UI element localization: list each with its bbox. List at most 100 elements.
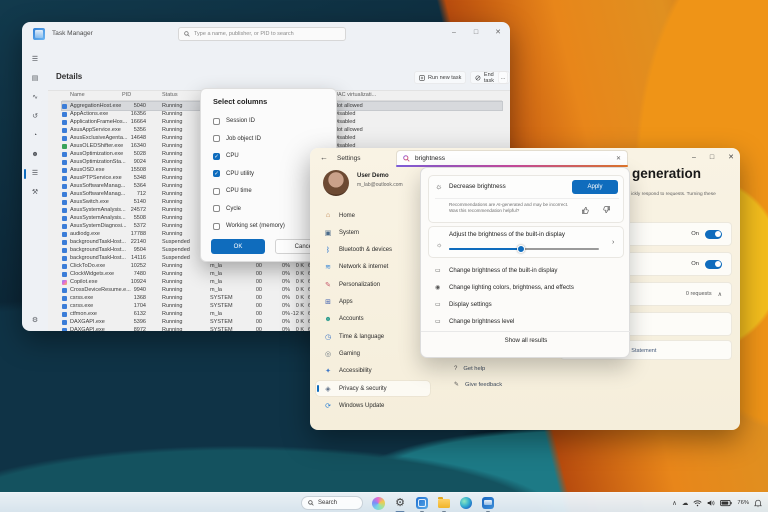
result-label: Change brightness of the built-in displa…	[449, 267, 557, 274]
sidebar-item-gaming[interactable]: ◎Gaming	[316, 346, 430, 361]
wifi-icon[interactable]	[693, 499, 702, 507]
task-manager-search-input[interactable]: Type a name, publisher, or PID to search	[178, 27, 346, 41]
get-help-link[interactable]: ? Get help	[454, 366, 485, 372]
sidebar-item-accounts[interactable]: ☻Accounts	[316, 312, 430, 327]
minimize-button[interactable]: –	[446, 26, 462, 40]
show-all-results-button[interactable]: Show all results	[421, 337, 631, 344]
app-window-icon[interactable]	[481, 496, 495, 510]
settings-search-input[interactable]: brightness ✕	[396, 150, 628, 165]
accessibility-icon: ✦	[324, 367, 332, 375]
sidebar-item-home[interactable]: ⌂Home	[316, 208, 430, 223]
process-icon	[62, 304, 67, 309]
column-option-job-object-id[interactable]: Job object ID	[213, 133, 328, 145]
ai-disclaimer-text: Recommendations are AI-generated and may…	[449, 202, 569, 213]
task-manager-title: Task Manager	[52, 30, 93, 37]
column-header[interactable]: PID	[122, 91, 131, 100]
apply-button[interactable]: Apply	[572, 180, 618, 194]
column-header[interactable]: Name	[70, 91, 85, 100]
notification-bell-icon[interactable]	[754, 499, 762, 508]
taskbar-search-box[interactable]: Search	[301, 496, 363, 510]
app-history-icon[interactable]: ↺	[22, 109, 48, 125]
toggle-switch[interactable]	[705, 260, 722, 269]
run-new-task-button[interactable]: Run new task	[414, 71, 466, 84]
toggle-switch[interactable]	[705, 230, 722, 239]
search-result-item[interactable]: ▭Display settings	[421, 296, 631, 313]
copilot-icon[interactable]	[371, 496, 385, 510]
tray-chevron-icon[interactable]: ∧	[672, 499, 677, 507]
checkbox[interactable]	[213, 135, 220, 142]
close-button[interactable]: ✕	[490, 26, 506, 40]
checkbox[interactable]	[213, 205, 220, 212]
file-explorer-icon[interactable]	[437, 496, 451, 510]
minimize-button[interactable]: –	[692, 151, 696, 165]
task-manager-titlebar[interactable]: Task Manager Type a name, publisher, or …	[22, 22, 510, 46]
thumbs-up-icon[interactable]	[581, 206, 589, 214]
search-result-item[interactable]: ▭Change brightness level	[421, 313, 631, 330]
sidebar-item-privacy-security[interactable]: ◈Privacy & security	[316, 381, 430, 396]
volume-icon[interactable]	[707, 499, 715, 507]
option-label: Job object ID	[226, 136, 261, 142]
sidebar-item-system[interactable]: ▣System	[316, 225, 430, 240]
maximize-button[interactable]: □	[710, 151, 714, 165]
sidebar-item-accessibility[interactable]: ✦Accessibility	[316, 364, 430, 379]
battery-icon[interactable]	[720, 499, 732, 507]
sidebar-item-network-internet[interactable]: ≋Network & internet	[316, 260, 430, 275]
checkbox[interactable]	[213, 118, 220, 125]
edge-browser-icon[interactable]	[459, 496, 473, 510]
sidebar-item-windows-update[interactable]: ⟳Windows Update	[316, 398, 430, 413]
cell-status: Running	[162, 150, 183, 158]
cell-name: audiodg.exe	[70, 230, 100, 238]
cell-name: AsusSystemAnalysis...	[70, 206, 126, 214]
maximize-button[interactable]: □	[468, 26, 484, 40]
services-icon[interactable]: ⚒	[22, 185, 48, 201]
onedrive-cloud-icon[interactable]: ☁	[682, 499, 689, 507]
search-result-item[interactable]: ◉Change lighting colors, brightness, and…	[421, 279, 631, 296]
slider-thumb[interactable]	[517, 245, 525, 253]
users-icon[interactable]: ☻	[22, 147, 48, 163]
close-button[interactable]: ✕	[728, 151, 734, 165]
back-button[interactable]: ←	[320, 153, 328, 162]
column-header[interactable]: UAC virtualizati...	[334, 91, 376, 100]
process-icon	[62, 192, 67, 197]
cell-name: AsusSoftwareManag...	[70, 190, 125, 198]
process-icon	[62, 240, 67, 245]
avatar[interactable]	[323, 170, 349, 196]
cell-name: AsusOptimizationSta...	[70, 158, 126, 166]
ok-button[interactable]: OK	[211, 239, 265, 254]
chevron-up-icon[interactable]: ∧	[718, 291, 722, 298]
details-icon[interactable]: ☰	[22, 166, 48, 182]
cell-pid: 22140	[131, 238, 146, 246]
sidebar-item-time-language[interactable]: ◷Time & language	[316, 329, 430, 344]
checkbox[interactable]: ✓	[213, 170, 220, 177]
cell-name: AsusAppService.exe	[70, 126, 121, 134]
privacy-statement-link[interactable]: y Statement	[627, 348, 656, 354]
chevron-right-icon[interactable]: ›	[612, 239, 614, 246]
column-option-session-id[interactable]: Session ID	[213, 115, 328, 127]
startup-apps-icon[interactable]: ◔	[22, 128, 48, 144]
search-result-item[interactable]: ▭Change brightness of the built-in displ…	[421, 262, 631, 279]
settings-gear-icon[interactable]: ⚙	[22, 313, 48, 329]
sidebar-item-label: Personalization	[339, 282, 380, 288]
cell-pid: 16664	[131, 118, 146, 126]
checkbox[interactable]	[213, 188, 220, 195]
column-header[interactable]: Status	[162, 91, 178, 100]
task-manager-taskbar-icon[interactable]	[415, 496, 429, 510]
sidebar-item-apps[interactable]: ⊞Apps	[316, 295, 430, 310]
cell-status: Running	[162, 134, 183, 142]
cell-pid: 16356	[131, 110, 146, 118]
performance-icon[interactable]: ∿	[22, 90, 48, 106]
checkbox[interactable]: ✓	[213, 153, 220, 160]
cell-pid: 5348	[134, 174, 146, 182]
menu-icon[interactable]: ☰	[22, 52, 48, 68]
give-feedback-link[interactable]: ✎ Give feedback	[454, 381, 502, 388]
clear-search-icon[interactable]: ✕	[616, 155, 621, 162]
sidebar-item-bluetooth-devices[interactable]: ᛒBluetooth & devices	[316, 243, 430, 258]
cell-pid: 1368	[134, 294, 146, 302]
checkbox[interactable]	[213, 223, 220, 230]
thumbs-down-icon[interactable]	[603, 206, 611, 214]
sidebar-item-personalization[interactable]: ✎Personalization	[316, 277, 430, 292]
start-button[interactable]	[280, 497, 293, 510]
more-options-button[interactable]: ...	[498, 71, 508, 84]
settings-taskbar-icon[interactable]: ⚙	[393, 496, 407, 510]
processes-icon[interactable]: ▤	[22, 71, 48, 87]
